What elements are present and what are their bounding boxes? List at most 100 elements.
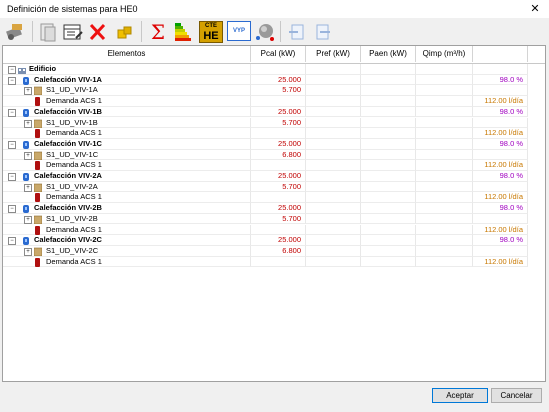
table-cell[interactable]: 6.800 (251, 245, 306, 257)
table-cell[interactable] (416, 74, 473, 86)
table-cell[interactable]: 98.0 % (473, 106, 528, 118)
table-cell[interactable] (416, 64, 473, 75)
table-cell[interactable] (416, 235, 473, 246)
table-cell[interactable]: 25.000 (251, 74, 306, 86)
table-cell[interactable] (361, 96, 416, 107)
expand-toggle[interactable]: + (24, 87, 32, 96)
table-cell[interactable] (473, 181, 528, 193)
table-cell[interactable] (361, 181, 416, 193)
table-cell[interactable] (416, 138, 473, 150)
table-cell[interactable] (416, 171, 473, 182)
accept-button[interactable]: Aceptar (432, 388, 488, 403)
tools-icon[interactable] (4, 20, 28, 44)
table-cell[interactable] (306, 74, 361, 86)
table-cell[interactable]: 25.000 (251, 106, 306, 118)
table-cell[interactable]: 112.00 l/día (473, 192, 528, 204)
table-cell[interactable] (361, 74, 416, 86)
table-cell[interactable] (473, 213, 528, 225)
table-cell[interactable]: 25.000 (251, 138, 306, 150)
table-cell[interactable]: 5.700 (251, 181, 306, 193)
table-cell[interactable] (251, 64, 306, 75)
table-row[interactable]: 112.00 l/día Demanda ACS 1 (3, 96, 545, 107)
table-row[interactable]: 25.000 98.0 % − Calefacción VIV-2A (3, 171, 545, 182)
sphere-icon[interactable] (253, 20, 277, 44)
table-cell[interactable] (251, 192, 306, 204)
collapse-toggle[interactable]: − (8, 66, 16, 74)
table-cell[interactable] (306, 117, 361, 129)
table-cell[interactable] (361, 203, 416, 214)
table-cell[interactable] (306, 149, 361, 161)
table-cell[interactable] (416, 256, 473, 268)
column-header-extra[interactable] (473, 46, 528, 62)
table-cell[interactable] (361, 213, 416, 225)
table-cell[interactable]: 112.00 l/día (473, 128, 528, 139)
table-row[interactable]: 112.00 l/día Demanda ACS 1 (3, 256, 545, 268)
edit-table-icon[interactable] (61, 20, 85, 44)
table-row[interactable]: − Edificio (3, 64, 545, 75)
table-cell[interactable] (306, 106, 361, 118)
column-header-pcal[interactable]: Pcal (kW) (251, 46, 306, 62)
table-cell[interactable] (251, 224, 306, 236)
table-cell[interactable] (306, 224, 361, 236)
column-header-paen[interactable]: Paen (kW) (361, 46, 416, 62)
energy-rating-icon[interactable] (172, 20, 196, 44)
collapse-toggle[interactable]: − (8, 237, 16, 246)
table-cell[interactable] (306, 192, 361, 204)
expand-toggle[interactable]: + (24, 183, 32, 192)
table-cell[interactable] (306, 203, 361, 214)
table-cell[interactable] (251, 96, 306, 107)
cte-he-icon[interactable]: CTE HE (199, 21, 223, 43)
table-cell[interactable]: 5.700 (251, 117, 306, 129)
table-row[interactable]: 112.00 l/día Demanda ACS 1 (3, 224, 545, 236)
table-cell[interactable] (306, 96, 361, 107)
table-cell[interactable] (361, 256, 416, 268)
table-cell[interactable] (361, 235, 416, 246)
table-cell[interactable]: 98.0 % (473, 203, 528, 214)
table-cell[interactable] (306, 235, 361, 246)
table-cell[interactable] (306, 160, 361, 171)
table-cell[interactable] (473, 245, 528, 257)
document-icon[interactable] (36, 20, 60, 44)
table-cell[interactable] (416, 96, 473, 107)
table-cell[interactable] (361, 192, 416, 204)
table-row[interactable]: 5.700 + S1_UD_VIV-2B (3, 213, 545, 225)
systems-table[interactable]: Elementos Pcal (kW) Pref (kW) Paen (kW) … (2, 45, 546, 382)
collapse-toggle[interactable]: − (8, 108, 16, 117)
table-row[interactable]: 112.00 l/día Demanda ACS 1 (3, 128, 545, 139)
table-cell[interactable] (361, 138, 416, 150)
table-cell[interactable] (251, 160, 306, 171)
table-cell[interactable] (361, 117, 416, 129)
table-row[interactable]: 112.00 l/día Demanda ACS 1 (3, 160, 545, 171)
table-row[interactable]: 25.000 98.0 % − Calefacción VIV-1B (3, 106, 545, 118)
table-cell[interactable] (416, 192, 473, 204)
table-cell[interactable]: 98.0 % (473, 74, 528, 86)
table-cell[interactable]: 98.0 % (473, 171, 528, 182)
table-cell[interactable] (473, 85, 528, 97)
table-cell[interactable]: 25.000 (251, 235, 306, 246)
column-header-qimp[interactable]: Qimp (m³/h) (416, 46, 473, 62)
delete-icon[interactable] (86, 20, 110, 44)
table-cell[interactable] (361, 245, 416, 257)
table-cell[interactable] (473, 149, 528, 161)
table-cell[interactable] (361, 85, 416, 97)
table-row[interactable]: 5.700 + S1_UD_VIV-2A (3, 181, 545, 193)
table-cell[interactable] (306, 64, 361, 75)
table-row[interactable]: 5.700 + S1_UD_VIV-1A (3, 85, 545, 97)
table-cell[interactable] (306, 171, 361, 182)
table-cell[interactable] (416, 203, 473, 214)
table-cell[interactable]: 98.0 % (473, 138, 528, 150)
expand-toggle[interactable]: + (24, 215, 32, 224)
table-cell[interactable] (416, 213, 473, 225)
column-header-elementos[interactable]: Elementos (3, 46, 251, 62)
table-row[interactable]: 5.700 + S1_UD_VIV-1B (3, 117, 545, 129)
table-cell[interactable] (251, 256, 306, 268)
table-cell[interactable] (416, 149, 473, 161)
table-cell[interactable]: 25.000 (251, 203, 306, 214)
collapse-toggle[interactable]: − (8, 205, 16, 214)
expand-toggle[interactable]: + (24, 151, 32, 160)
table-row[interactable]: 25.000 98.0 % − Calefacción VIV-1C (3, 138, 545, 150)
table-row[interactable]: 6.800 + S1_UD_VIV-2C (3, 245, 545, 257)
table-cell[interactable]: 25.000 (251, 171, 306, 182)
table-cell[interactable]: 112.00 l/día (473, 256, 528, 268)
table-cell[interactable]: 112.00 l/día (473, 160, 528, 171)
